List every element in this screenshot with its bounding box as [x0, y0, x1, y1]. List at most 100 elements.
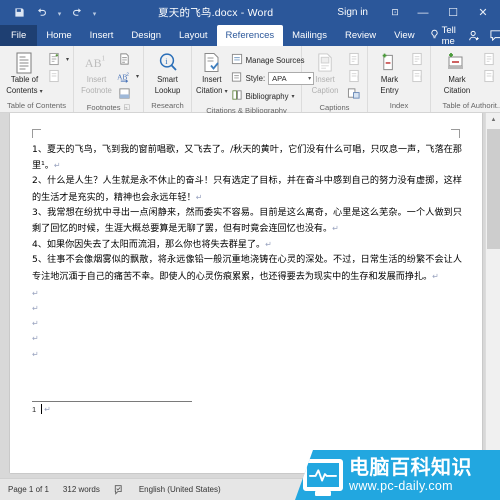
document-scroll-area[interactable]: 1、夏天的飞鸟，飞到我的窗前唱歌，又飞去了。/秋天的黄叶，它们没有什么可唱，只叹…: [0, 113, 500, 478]
smart-lookup-button[interactable]: i Smart Lookup: [148, 49, 187, 95]
ribbon-display-options-icon[interactable]: ⊡: [382, 1, 408, 25]
tab-mailings[interactable]: Mailings: [283, 25, 336, 46]
close-button[interactable]: ✕: [468, 1, 498, 25]
status-word-count[interactable]: 312 words: [63, 485, 100, 494]
style-label: Style:: [245, 73, 266, 83]
insert-footnote-label-2: Footnote: [81, 85, 112, 95]
paragraph-5: 5、往事不会像烟雾似的飘散，将永远像铅一般沉重地浇铸在心灵的深处。不过，日常生活…: [32, 255, 462, 282]
status-page[interactable]: Page 1 of 1: [8, 485, 49, 494]
margin-mark-top-right: [451, 129, 460, 138]
document-page[interactable]: 1、夏天的飞鸟，飞到我的窗前唱歌，又飞去了。/秋天的黄叶，它们没有什么可唱，只叹…: [10, 113, 482, 473]
insert-caption-button: Insert Caption: [306, 49, 344, 95]
mark-entry-button[interactable]: Mark Entry: [372, 49, 407, 95]
monitor-pulse-icon: [303, 459, 343, 491]
mark-entry-icon: [380, 51, 399, 74]
tab-file[interactable]: File: [0, 25, 38, 46]
tab-references[interactable]: References: [216, 25, 284, 46]
show-notes-icon[interactable]: [116, 85, 134, 101]
pilcrow-icon: ↵: [32, 349, 39, 359]
footnote-entry[interactable]: 1 ↵: [32, 404, 51, 414]
window-controls: ⊡ — ☐ ✕: [382, 1, 500, 25]
share-icon[interactable]: [464, 25, 484, 46]
svg-text:!: !: [356, 75, 358, 82]
tab-strip-icons: [464, 25, 500, 46]
save-icon[interactable]: [8, 3, 30, 23]
pilcrow-icon: ↵: [32, 334, 39, 344]
captions-small-buttons: !: [345, 49, 363, 101]
smart-lookup-label-2: Lookup: [154, 85, 181, 95]
toc-icon: [14, 51, 34, 74]
minimize-button[interactable]: —: [408, 1, 438, 25]
pilcrow-icon: ↵: [195, 192, 203, 202]
insert-caption-label-2: Caption: [311, 85, 339, 95]
undo-dropdown-icon[interactable]: ▾: [54, 3, 65, 23]
pilcrow-icon: ↵: [265, 240, 272, 250]
redo-icon[interactable]: [66, 3, 88, 23]
lightbulb-icon: [430, 29, 439, 43]
manage-sources-icon: [231, 53, 243, 67]
next-footnote-icon[interactable]: AB 2: [116, 68, 134, 84]
ribbon-references: Table of Contents ▾ ▾ ! Table of Content…: [0, 46, 500, 115]
tab-design[interactable]: Design: [122, 25, 170, 46]
mark-citation-icon: [446, 51, 468, 74]
update-table-icon: !: [46, 68, 64, 84]
status-language[interactable]: English (United States): [139, 485, 221, 494]
footnote-number: 1: [32, 404, 37, 414]
scroll-up-icon[interactable]: ▲: [486, 113, 500, 127]
cross-reference-icon[interactable]: [345, 85, 363, 101]
ribbon-group-captions: Insert Caption ! Captions: [302, 46, 368, 112]
proofing-icon[interactable]: [114, 484, 125, 495]
add-text-dropdown-icon[interactable]: ▾: [66, 56, 69, 63]
next-footnote-dropdown-icon[interactable]: ▾: [136, 73, 139, 80]
scrollbar-thumb[interactable]: [487, 129, 500, 249]
tab-home[interactable]: Home: [37, 25, 80, 46]
mark-citation-button[interactable]: Mark Citation: [435, 49, 479, 95]
tab-layout[interactable]: Layout: [170, 25, 217, 46]
ribbon-group-table-of-contents: Table of Contents ▾ ▾ ! Table of Content…: [0, 46, 74, 112]
add-text-icon[interactable]: [46, 51, 64, 67]
watermark-url: www.pc-daily.com: [349, 479, 453, 494]
mark-citation-label-2: Citation: [443, 85, 471, 95]
chevron-down-icon: ▾: [39, 88, 43, 95]
svg-text:1: 1: [102, 54, 106, 63]
tell-me-box[interactable]: Tell me: [424, 25, 464, 47]
pilcrow-icon: ↵: [44, 404, 51, 414]
group-label-research: Research: [151, 101, 184, 110]
manage-sources-label: Manage Sources: [245, 55, 305, 65]
paragraph-2: 2、什么是人生？人生就是永不休止的奋斗！只有选定了目标，并在奋斗中感到自己的努力…: [32, 176, 462, 203]
customize-qat-icon[interactable]: ▾: [89, 3, 100, 23]
authorities-small-buttons: !: [480, 49, 498, 84]
margin-mark-top-left: [32, 129, 41, 138]
maximize-button[interactable]: ☐: [438, 1, 468, 25]
tab-view[interactable]: View: [385, 25, 423, 46]
vertical-scrollbar[interactable]: ▲: [485, 113, 500, 478]
quick-access-toolbar: ▾ ▾: [0, 3, 100, 23]
insert-authorities-icon: [480, 51, 498, 67]
insert-endnote-icon[interactable]: [116, 51, 134, 67]
document-body[interactable]: 1、夏天的飞鸟，飞到我的窗前唱歌，又飞去了。/秋天的黄叶，它们没有什么可唱，只叹…: [32, 143, 462, 362]
undo-icon[interactable]: [31, 3, 53, 23]
ribbon-group-footnotes: AB 1 Insert Footnote AB 2 ▾ Footnotes ◱: [74, 46, 144, 112]
svg-text:!: !: [491, 75, 493, 82]
table-of-figures-icon: [345, 51, 363, 67]
sign-in-button[interactable]: Sign in: [337, 7, 382, 18]
svg-text:!: !: [419, 75, 421, 82]
ribbon-tab-strip: File Home Insert Design Layout Reference…: [0, 25, 500, 47]
text-cursor: [41, 404, 43, 414]
svg-text:i: i: [165, 57, 168, 66]
title-bar: ▾ ▾ 夏天的飞鸟.docx - Word Sign in ⊡ — ☐ ✕: [0, 0, 500, 25]
comments-icon[interactable]: [486, 25, 500, 46]
pilcrow-icon: ↵: [332, 224, 339, 234]
pilcrow-icon: ↵: [32, 304, 39, 314]
ribbon-group-table-of-authorities: Mark Citation ! ⌃: [431, 46, 500, 112]
smart-lookup-icon: i: [158, 51, 178, 74]
toc-label-1: Table of: [10, 75, 39, 84]
watermark-badge: 电脑百科知识 www.pc-daily.com: [295, 450, 500, 500]
table-of-contents-button[interactable]: Table of Contents ▾: [4, 49, 45, 97]
word-window: ▾ ▾ 夏天的飞鸟.docx - Word Sign in ⊡ — ☐ ✕ Fi…: [0, 0, 500, 500]
tab-insert[interactable]: Insert: [81, 25, 123, 46]
footnote-separator: [32, 401, 192, 402]
tab-review[interactable]: Review: [336, 25, 385, 46]
insert-citation-button[interactable]: Insert Citation ▾: [196, 49, 228, 97]
svg-text:2: 2: [127, 71, 130, 76]
